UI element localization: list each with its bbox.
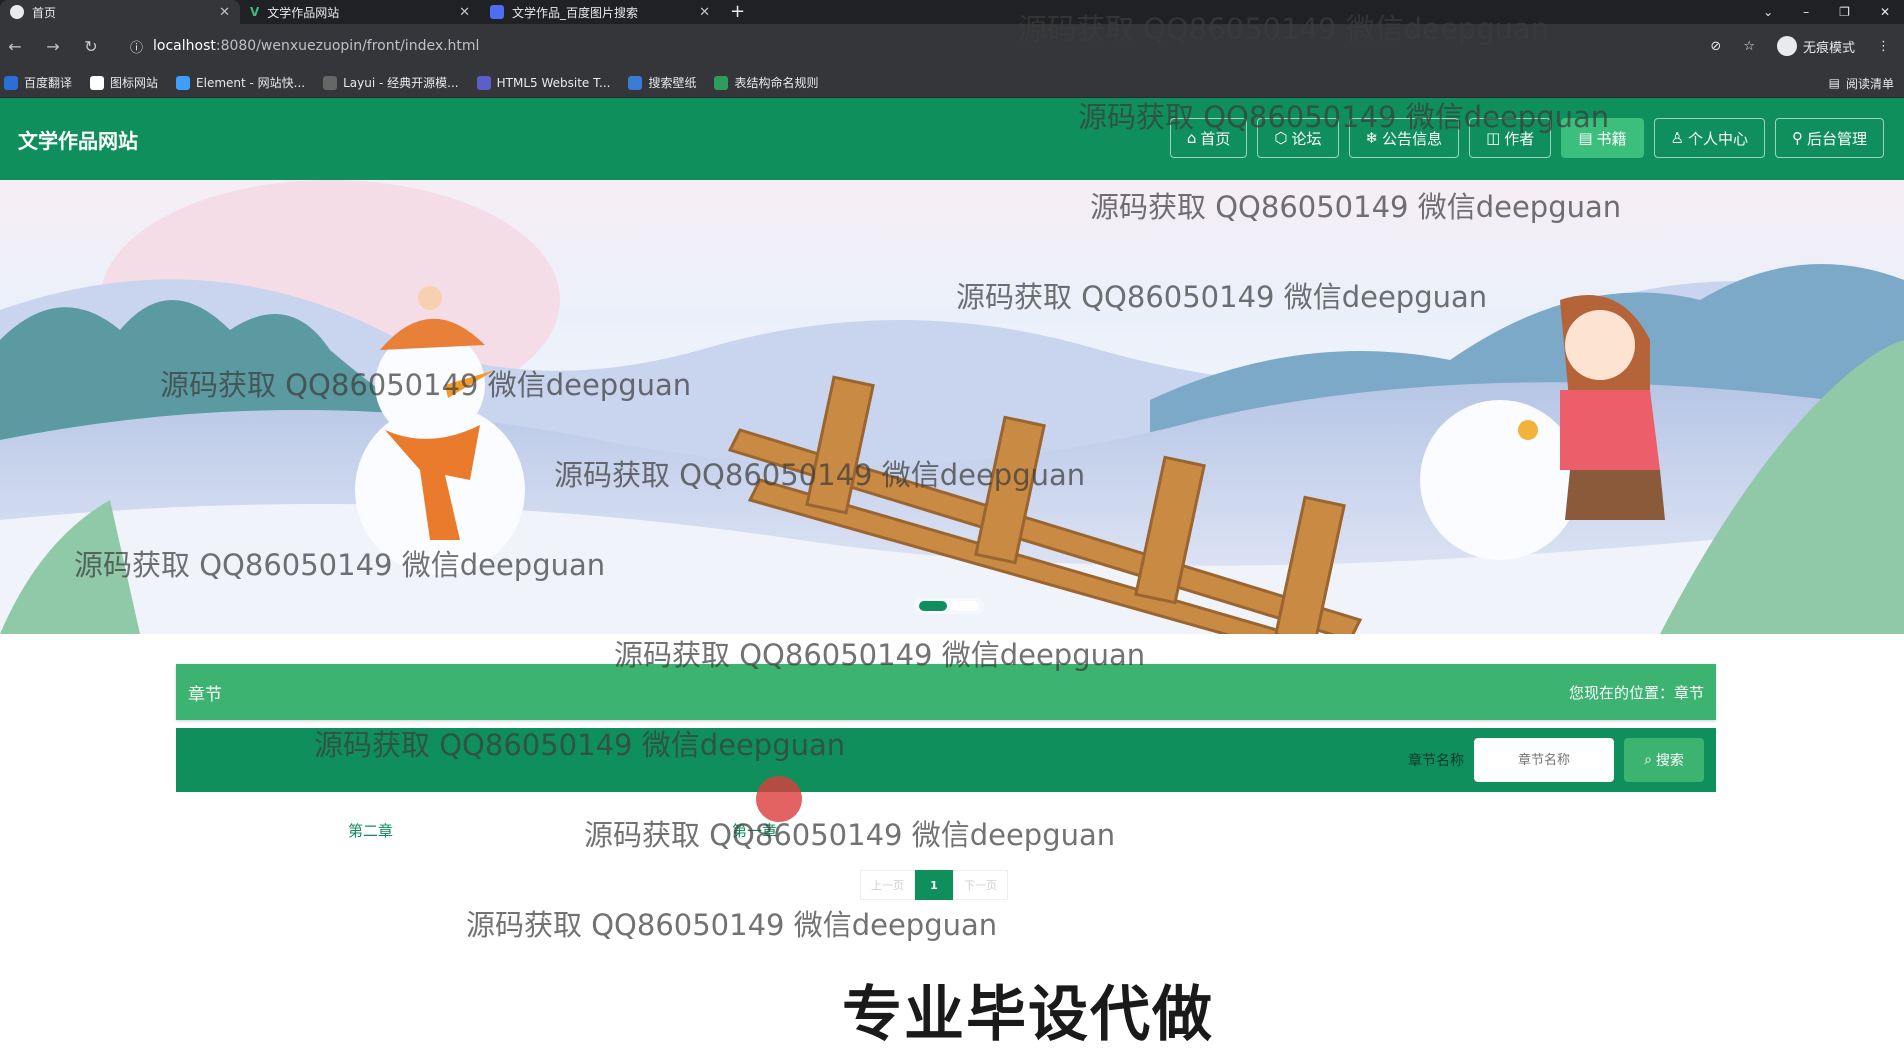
star-icon[interactable]: ☆ <box>1743 39 1755 54</box>
reload-icon[interactable]: ↻ <box>82 37 100 56</box>
link-icon: ⚲ <box>1791 129 1803 147</box>
site-title: 文学作品网站 <box>18 128 138 153</box>
pagination: 上一页 1 下一页 <box>860 870 1008 900</box>
wallpaper-icon <box>628 75 643 90</box>
url-field[interactable]: ⓘ localhost:8080/wenxuezuopin/front/inde… <box>130 37 479 56</box>
menu-user-center[interactable]: ♙ 个人中心 <box>1653 118 1765 158</box>
bookmark-label: 图标网站 <box>110 76 159 90</box>
user-icon: ♙ <box>1670 129 1684 147</box>
url-domain: localhost <box>153 38 216 54</box>
more-menu-icon[interactable]: ⋮ <box>1877 39 1890 54</box>
baidu-icon <box>490 5 504 19</box>
html5-icon <box>476 75 491 90</box>
chapter-item[interactable]: 第二章 <box>348 820 393 841</box>
window-controls: ⌄ – ❐ ✕ <box>1763 0 1904 24</box>
browser-tab-baidu[interactable]: 文学作品_百度图片搜索 ✕ <box>480 0 720 24</box>
new-tab-button[interactable]: + <box>730 0 745 24</box>
carousel-dot-1[interactable] <box>919 601 947 611</box>
incognito-icon <box>1776 36 1797 56</box>
search-label: 章节名称 <box>1408 753 1464 769</box>
reading-list[interactable]: ▤ 阅读清单 <box>1829 68 1894 98</box>
forward-icon[interactable]: → <box>44 37 62 56</box>
watermark: 源码获取 QQ86050149 微信deepguan <box>584 818 1116 852</box>
bookmark-item[interactable]: 百度翻译 <box>4 74 72 91</box>
bookmark-item[interactable]: 图标网站 <box>90 74 158 91</box>
watermark: 源码获取 QQ86050149 微信deepguan <box>956 280 1488 314</box>
browser-tab-site[interactable]: V 文学作品网站 ✕ <box>240 0 480 24</box>
incognito-indicator[interactable]: 无痕模式 <box>1776 36 1855 56</box>
browser-tab-home[interactable]: 首页 ✕ <box>0 0 240 24</box>
page-title: 章节 <box>188 684 222 705</box>
close-tab-icon[interactable]: ✕ <box>459 5 470 20</box>
bookmark-label: Element - 网站快... <box>196 76 306 90</box>
carousel-indicators <box>914 598 984 614</box>
site-header: 文学作品网站 ⌂ 首页 ⬡ 论坛 ❄ 公告信息 ◫ 作者 ▤ 书籍 ♙ 个人中心 ⚲ 后台管理 <box>0 98 1904 180</box>
info-icon[interactable]: ⓘ <box>130 37 143 56</box>
tab-title: 文学作品_百度图片搜索 <box>512 5 639 20</box>
search-button[interactable]: ⌕ 搜索 <box>1624 738 1704 782</box>
eye-off-icon[interactable]: ⊘ <box>1710 39 1721 54</box>
layui-icon <box>323 75 338 90</box>
address-bar-actions: ⊘ ☆ 无痕模式 ⋮ <box>1710 24 1890 68</box>
close-window-button[interactable]: ✕ <box>1880 5 1890 19</box>
menu-label: 个人中心 <box>1687 129 1748 148</box>
watermark: 源码获取 QQ86050149 微信deepguan <box>74 548 606 582</box>
watermark: 源码获取 QQ86050149 微信deepguan <box>614 638 1146 672</box>
bookmark-item[interactable]: 搜索壁纸 <box>628 74 696 91</box>
restore-button[interactable]: ❐ <box>1839 5 1850 19</box>
bookmark-item[interactable]: HTML5 Website T... <box>476 75 611 90</box>
watermark: 源码获取 QQ86050149 微信deepguan <box>1078 100 1610 134</box>
watermark: 源码获取 QQ86050149 微信deepguan <box>466 908 998 942</box>
back-icon[interactable]: ← <box>6 37 24 56</box>
menu-label: 后台管理 <box>1806 129 1867 148</box>
bookmark-label: 百度翻译 <box>24 76 73 90</box>
bookmark-label: HTML5 Website T... <box>496 75 611 90</box>
menu-admin[interactable]: ⚲ 后台管理 <box>1774 118 1884 158</box>
watermark: 源码获取 QQ86050149 微信deepguan <box>1090 190 1622 224</box>
tab-title: 首页 <box>32 5 57 20</box>
reading-list-icon: ▤ <box>1828 76 1840 90</box>
flag-icon <box>90 75 105 90</box>
search-icon: ⌕ <box>1644 752 1652 768</box>
close-tab-icon[interactable]: ✕ <box>219 5 230 20</box>
browser-tab-bar: 首页 ✕ V 文学作品网站 ✕ 文学作品_百度图片搜索 ✕ + ⌄ – ❐ ✕ <box>0 0 1904 24</box>
element-icon <box>176 75 191 90</box>
address-bar-row: ← → ↻ ⓘ localhost:8080/wenxuezuopin/fron… <box>0 24 1904 68</box>
table-icon <box>714 75 729 90</box>
carousel-dot-2[interactable] <box>951 601 979 611</box>
watermark: 源码获取 QQ86050149 微信deepguan <box>554 458 1086 492</box>
globe-icon <box>10 5 24 19</box>
page-number-button[interactable]: 1 <box>915 870 953 900</box>
tab-title: 文学作品网站 <box>267 5 340 20</box>
search-button-label: 搜索 <box>1655 753 1684 769</box>
chapter-name-input[interactable] <box>1474 738 1614 782</box>
close-tab-icon[interactable]: ✕ <box>699 5 710 20</box>
url-path: :8080/wenxuezuopin/front/index.html <box>215 38 480 54</box>
breadcrumb-location: 您现在的位置：章节 <box>1568 683 1704 702</box>
translate-icon <box>4 75 18 90</box>
bookmark-label: Layui - 经典开源模... <box>343 76 459 90</box>
bookmark-label: 搜索壁纸 <box>648 76 697 90</box>
bookmark-item[interactable]: Layui - 经典开源模... <box>323 74 459 91</box>
tab-search-icon[interactable]: ⌄ <box>1763 5 1773 19</box>
vue-icon: V <box>250 5 260 19</box>
watermark: 源码获取 QQ86050149 微信deepguan <box>314 728 846 762</box>
bookmark-item[interactable]: 表结构命名规则 <box>714 74 818 91</box>
next-page-button[interactable]: 下一页 <box>953 870 1008 900</box>
reading-list-label: 阅读清单 <box>1845 76 1894 91</box>
minimize-button[interactable]: – <box>1803 5 1809 19</box>
bookmark-label: 表结构命名规则 <box>734 76 819 90</box>
incognito-label: 无痕模式 <box>1802 40 1855 56</box>
watermark: 源码获取 QQ86050149 微信deepguan <box>160 368 692 402</box>
prev-page-button[interactable]: 上一页 <box>860 870 915 900</box>
watermark: 源码获取 QQ86050149 微信deepguan <box>1018 12 1550 46</box>
bookmarks-bar: 百度翻译 图标网站 Element - 网站快... Layui - 经典开源模… <box>0 68 1904 98</box>
bookmark-item[interactable]: Element - 网站快... <box>176 74 305 91</box>
